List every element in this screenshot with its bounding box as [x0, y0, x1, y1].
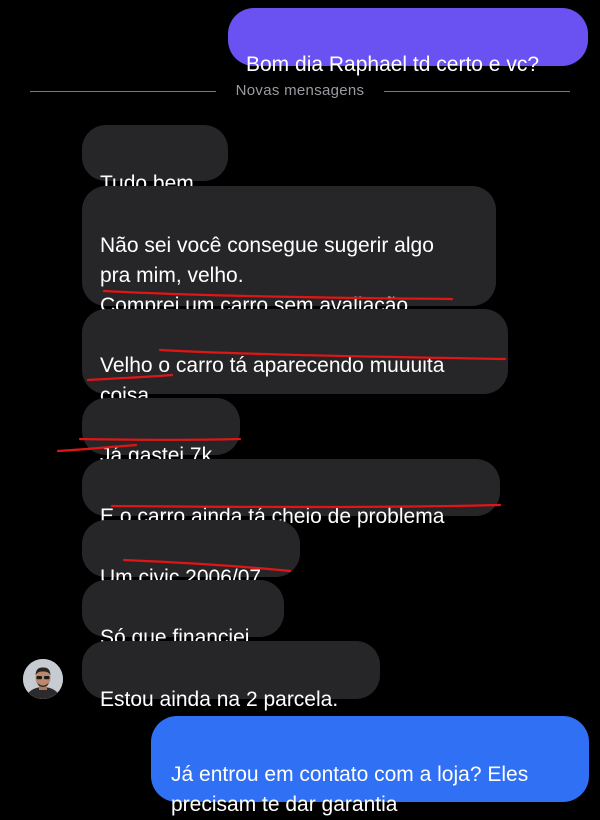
received-message-bubble[interactable]: Já gastei 7k: [82, 398, 240, 467]
received-message-bubble[interactable]: E o carro ainda tá cheio de problema: [82, 459, 500, 528]
received-message-bubble[interactable]: Não sei você consegue sugerir algo pra m…: [82, 186, 496, 317]
message-text: Estou ainda na 2 parcela.: [100, 688, 339, 711]
sent-message-bubble[interactable]: Já entrou em contato com a loja? Eles pr…: [151, 716, 589, 816]
received-message-bubble[interactable]: Estou ainda na 2 parcela.: [82, 641, 380, 711]
divider-line-right: [384, 91, 570, 92]
received-message-bubble[interactable]: Tudo bem.: [82, 125, 228, 195]
new-messages-divider: Novas mensagens: [0, 80, 600, 104]
message-text: Não sei você consegue sugerir algo pra m…: [100, 234, 434, 317]
received-message-bubble[interactable]: Só que financiei: [82, 580, 284, 649]
contact-avatar[interactable]: [23, 659, 63, 699]
received-message-bubble[interactable]: Um civic 2006/07: [82, 520, 300, 589]
message-text: Já entrou em contato com a loja? Eles pr…: [171, 763, 529, 816]
message-text: Bom dia Raphael td certo e vc?: [246, 53, 539, 76]
sent-message-bubble[interactable]: Bom dia Raphael td certo e vc?: [228, 8, 588, 76]
received-message-bubble[interactable]: Velho o carro tá aparecendo muuuita cois…: [82, 309, 508, 407]
profile-photo-icon: [23, 659, 63, 699]
